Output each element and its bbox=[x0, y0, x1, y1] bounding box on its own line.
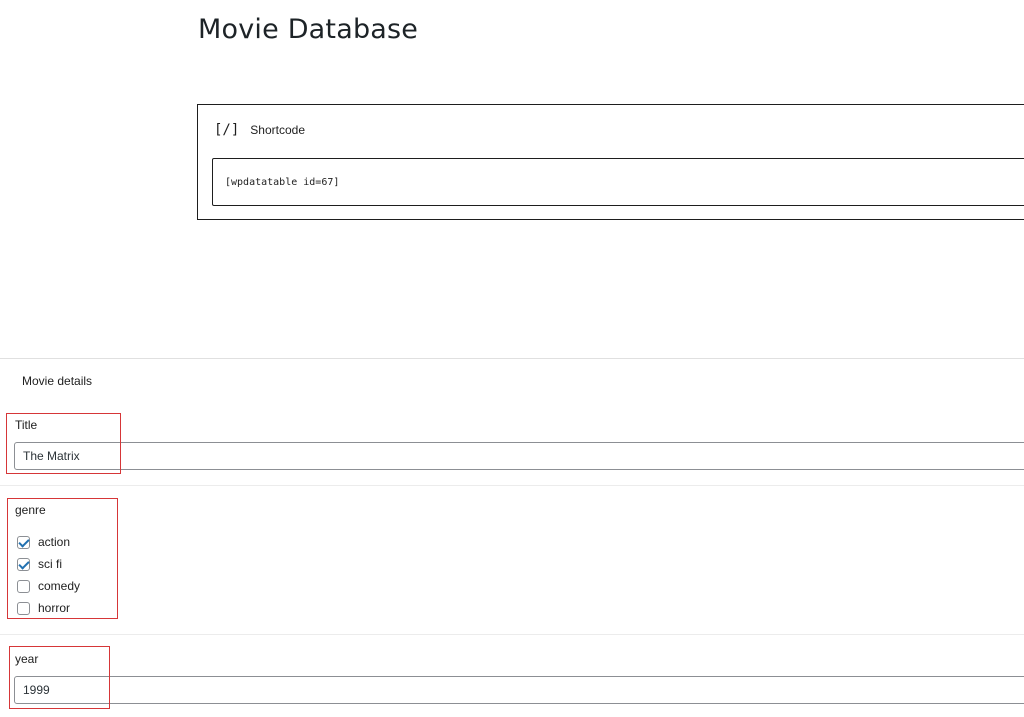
title-field-label: Title bbox=[15, 418, 38, 432]
shortcode-header: [/] Shortcode bbox=[214, 122, 305, 138]
genre-option-label: horror bbox=[38, 601, 71, 615]
genre-option-label: comedy bbox=[38, 579, 81, 593]
genre-checkbox-list: action sci fi comedy horror bbox=[17, 531, 80, 619]
checkbox-checked-icon[interactable] bbox=[17, 557, 30, 571]
movie-details-metabox: Movie details bbox=[0, 358, 1024, 717]
genre-field-label: genre bbox=[15, 503, 46, 517]
checkbox-unchecked-icon[interactable] bbox=[17, 579, 30, 593]
shortcode-label: Shortcode bbox=[250, 123, 305, 137]
shortcode-block[interactable]: [/] Shortcode [wpdatatable id=67] bbox=[197, 104, 1024, 220]
field-divider bbox=[0, 634, 1024, 635]
genre-option-label: action bbox=[38, 535, 71, 549]
metabox-title: Movie details bbox=[22, 374, 93, 388]
genre-option-horror[interactable]: horror bbox=[17, 597, 80, 619]
title-field-input[interactable] bbox=[14, 442, 1024, 470]
checkbox-unchecked-icon[interactable] bbox=[17, 601, 30, 615]
shortcode-icon: [/] bbox=[214, 122, 240, 138]
year-field-input[interactable] bbox=[14, 676, 1024, 704]
genre-option-label: sci fi bbox=[38, 557, 62, 571]
year-field-label: year bbox=[15, 652, 39, 666]
checkbox-checked-icon[interactable] bbox=[17, 535, 30, 549]
genre-option-sci-fi[interactable]: sci fi bbox=[17, 553, 80, 575]
genre-option-action[interactable]: action bbox=[17, 531, 80, 553]
page-title: Movie Database bbox=[198, 14, 419, 45]
genre-option-comedy[interactable]: comedy bbox=[17, 575, 80, 597]
shortcode-input[interactable]: [wpdatatable id=67] bbox=[212, 158, 1024, 206]
field-divider bbox=[0, 485, 1024, 486]
